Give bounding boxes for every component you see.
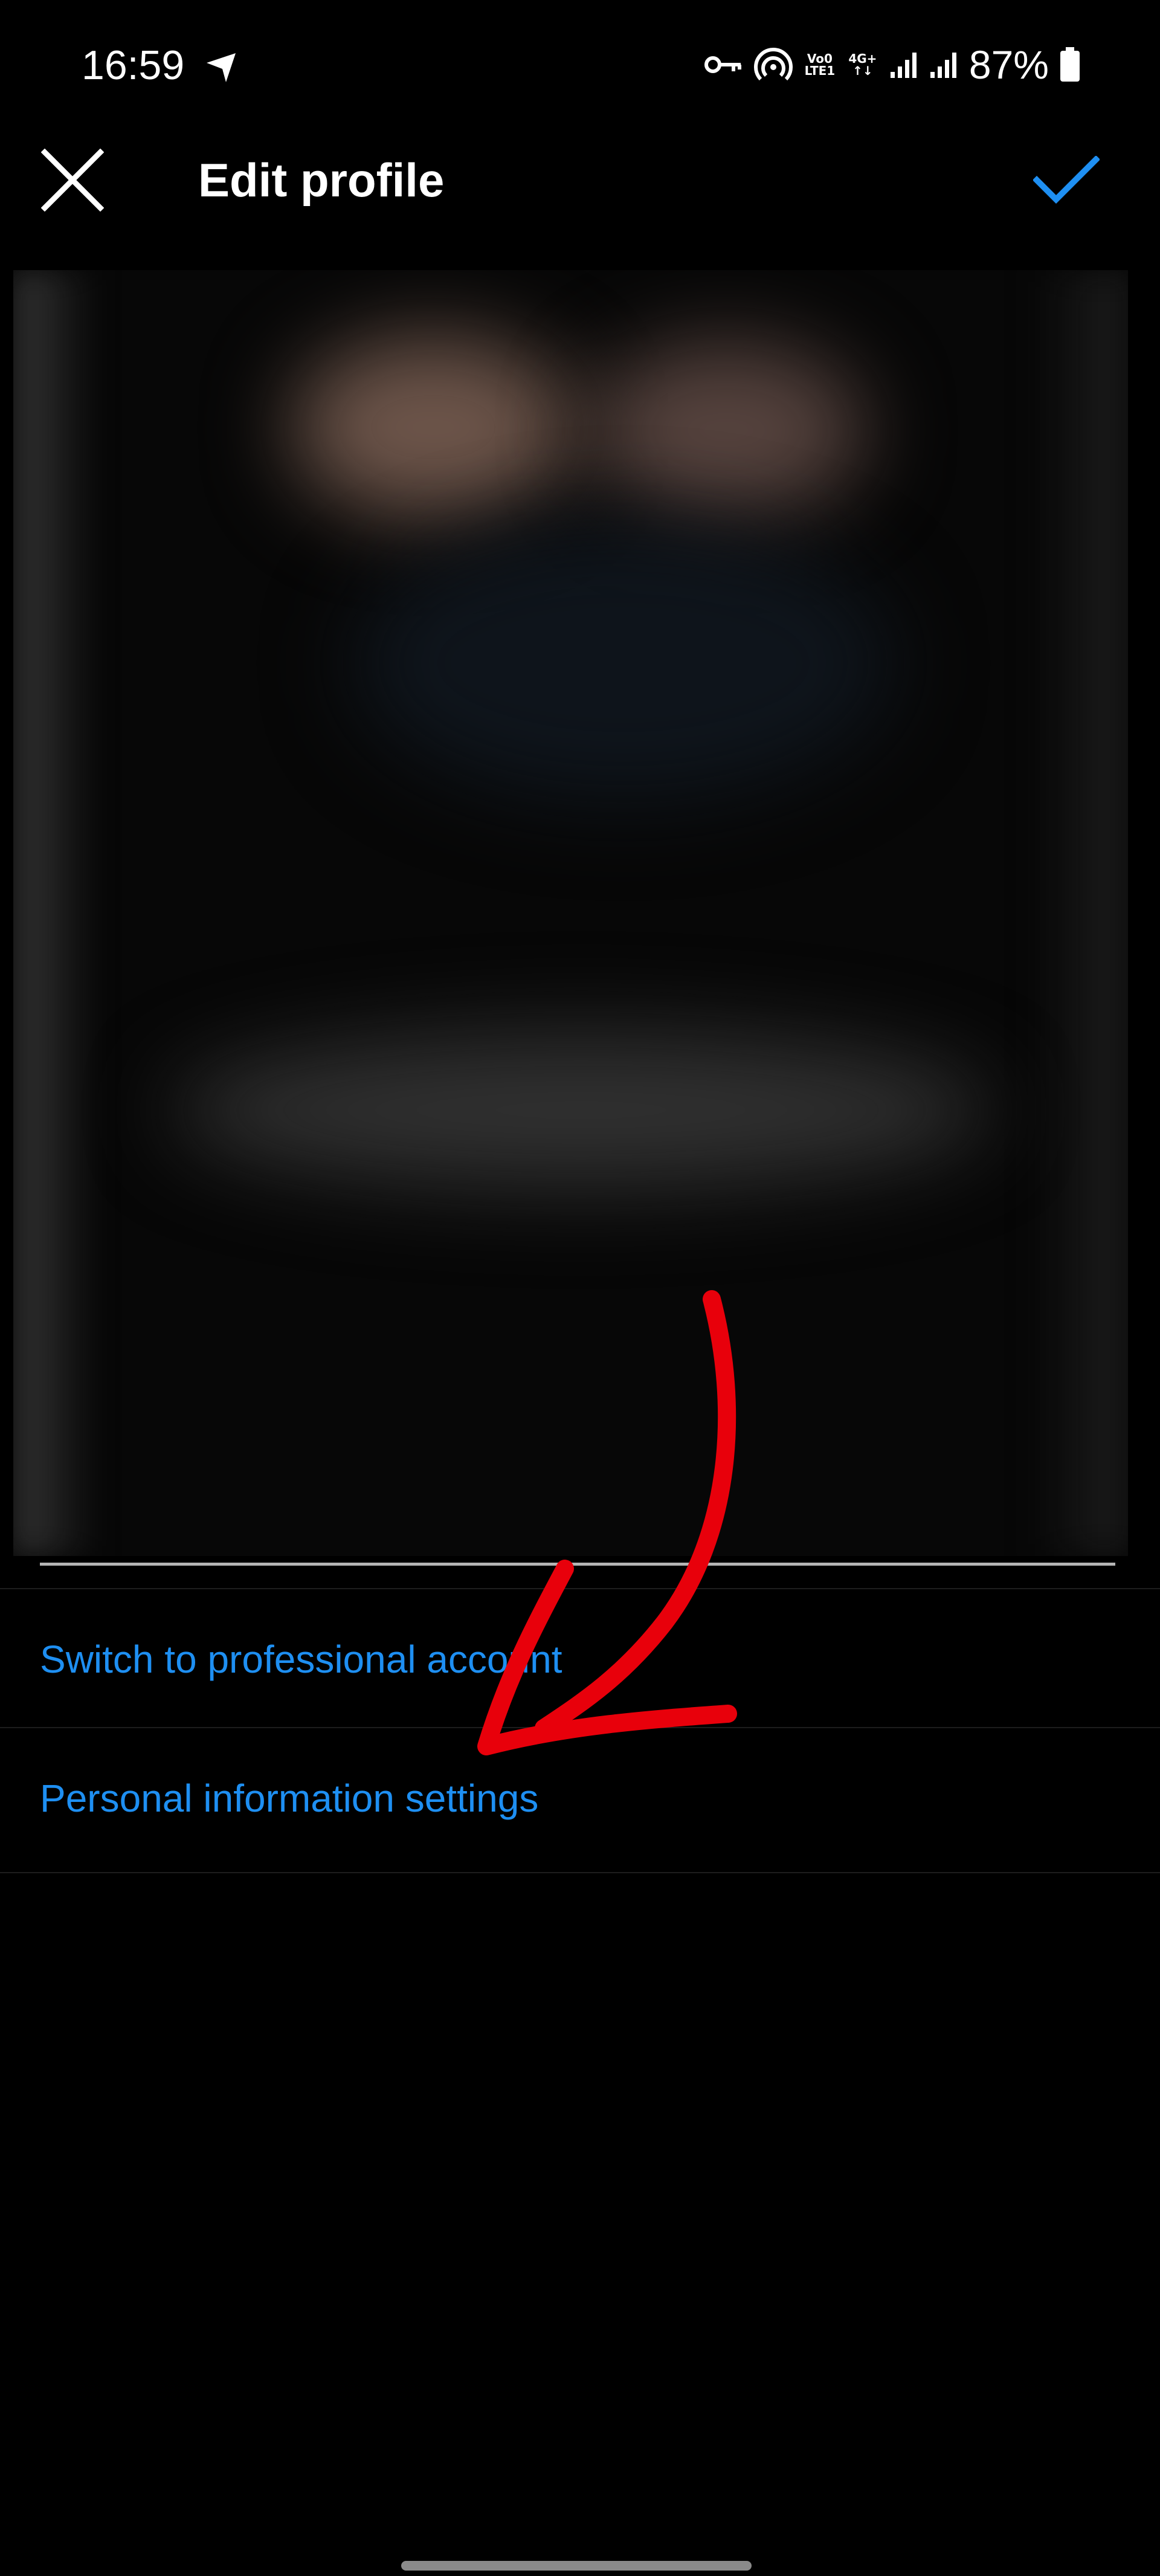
signal-icon: [890, 53, 917, 78]
blurred-face-left: [291, 337, 575, 518]
blurred-face-right: [587, 343, 865, 518]
vpn-key-icon: [704, 56, 741, 73]
preview-edge-left: [13, 270, 98, 1556]
home-indicator[interactable]: [401, 2561, 752, 2571]
app-header: Edit profile: [0, 133, 1160, 224]
menu-item-label: Switch to professional account: [40, 1638, 562, 1681]
blurred-profile-preview: [13, 270, 1128, 1556]
lte-label: LTE1: [804, 63, 836, 78]
network-4g-label: 4G+: [848, 51, 877, 66]
volte-label: Vo0: [807, 51, 833, 66]
switch-to-professional-account-link[interactable]: Switch to professional account: [0, 1589, 1160, 1729]
blurred-text-band: [170, 1031, 992, 1189]
close-icon: [41, 149, 104, 211]
checkmark-icon: [1033, 156, 1100, 204]
signal-icon: [930, 53, 956, 78]
save-button[interactable]: [1027, 144, 1106, 216]
volte-indicator: Vo0 LTE1: [804, 53, 836, 77]
blurred-dark-shape: [352, 524, 895, 802]
network-arrows-label: ↑↓: [852, 63, 873, 78]
status-bar: 16:59 Vo0 LTE1 4G+ ↑↓ 87%: [0, 0, 1160, 133]
page-title: Edit profile: [198, 153, 445, 207]
battery-icon: [1060, 47, 1080, 82]
status-icons: Vo0 LTE1 4G+ ↑↓ 87%: [703, 37, 1080, 92]
battery-percent: 87%: [968, 42, 1049, 87]
status-time: 16:59: [82, 42, 185, 88]
network-type-indicator: 4G+ ↑↓: [847, 53, 878, 77]
preview-bottom-line: [40, 1563, 1115, 1566]
preview-edge-right: [1031, 270, 1128, 1556]
navigation-arrow-icon: [207, 53, 236, 82]
divider: [0, 1872, 1160, 1873]
menu-item-label: Personal information settings: [40, 1777, 539, 1820]
close-button[interactable]: [36, 144, 109, 216]
hotspot-icon: [753, 48, 793, 81]
personal-information-settings-link[interactable]: Personal information settings: [0, 1728, 1160, 1868]
